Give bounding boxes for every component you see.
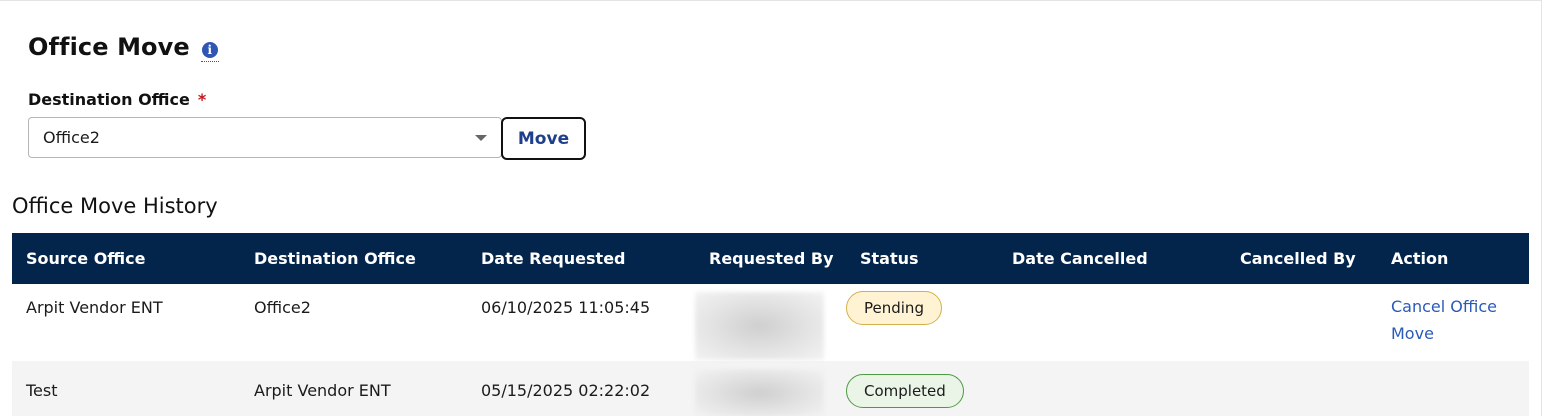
table-header-row: Source Office Destination Office Date Re… [12, 233, 1529, 284]
cell-action [1377, 361, 1529, 416]
cell-date-requested: 05/15/2025 02:22:02 [467, 361, 695, 416]
column-header-requested-by: Requested By [695, 233, 846, 284]
cell-date-cancelled [998, 284, 1226, 361]
column-header-cancelled-by: Cancelled By [1226, 233, 1377, 284]
column-header-action: Action [1377, 233, 1529, 284]
cell-status: Pending [846, 284, 998, 361]
cell-source-office: Arpit Vendor ENT [12, 284, 240, 361]
cell-source-office: Test [12, 361, 240, 416]
office-move-history-table: Source Office Destination Office Date Re… [12, 233, 1529, 416]
page-title: Office Move [28, 33, 190, 61]
status-badge: Pending [846, 291, 942, 325]
redacted-requester [695, 369, 824, 416]
chevron-down-icon [475, 135, 487, 141]
cell-requested-by [695, 284, 846, 361]
cell-date-requested: 06/10/2025 11:05:45 [467, 284, 695, 361]
title-row: Office Move i [28, 33, 219, 62]
cell-action: Cancel Office Move [1377, 284, 1529, 361]
cell-destination-office: Arpit Vendor ENT [240, 361, 467, 416]
required-marker: * [197, 90, 207, 109]
destination-office-label-text: Destination Office [28, 90, 190, 109]
status-badge: Completed [846, 374, 964, 408]
redacted-requester [695, 292, 824, 360]
info-icon[interactable]: i [200, 42, 219, 62]
move-button[interactable]: Move [501, 117, 586, 160]
column-header-date-cancelled: Date Cancelled [998, 233, 1226, 284]
column-header-status: Status [846, 233, 998, 284]
destination-office-label: Destination Office * [28, 90, 206, 109]
table-row: Arpit Vendor ENT Office2 06/10/2025 11:0… [12, 284, 1529, 361]
column-header-destination-office: Destination Office [240, 233, 467, 284]
cell-requested-by [695, 361, 846, 416]
cell-destination-office: Office2 [240, 284, 467, 361]
cell-date-cancelled [998, 361, 1226, 416]
cell-cancelled-by [1226, 284, 1377, 361]
destination-office-selected-value: Office2 [43, 128, 100, 147]
office-move-page: Office Move i Destination Office * Office… [0, 0, 1542, 416]
column-header-source-office: Source Office [12, 233, 240, 284]
history-title: Office Move History [12, 194, 218, 218]
cell-status: Completed [846, 361, 998, 416]
cancel-office-move-link[interactable]: Cancel Office Move [1391, 293, 1521, 347]
destination-office-select[interactable]: Office2 [28, 117, 502, 158]
column-header-date-requested: Date Requested [467, 233, 695, 284]
table-row: Test Arpit Vendor ENT 05/15/2025 02:22:0… [12, 361, 1529, 416]
cell-cancelled-by [1226, 361, 1377, 416]
